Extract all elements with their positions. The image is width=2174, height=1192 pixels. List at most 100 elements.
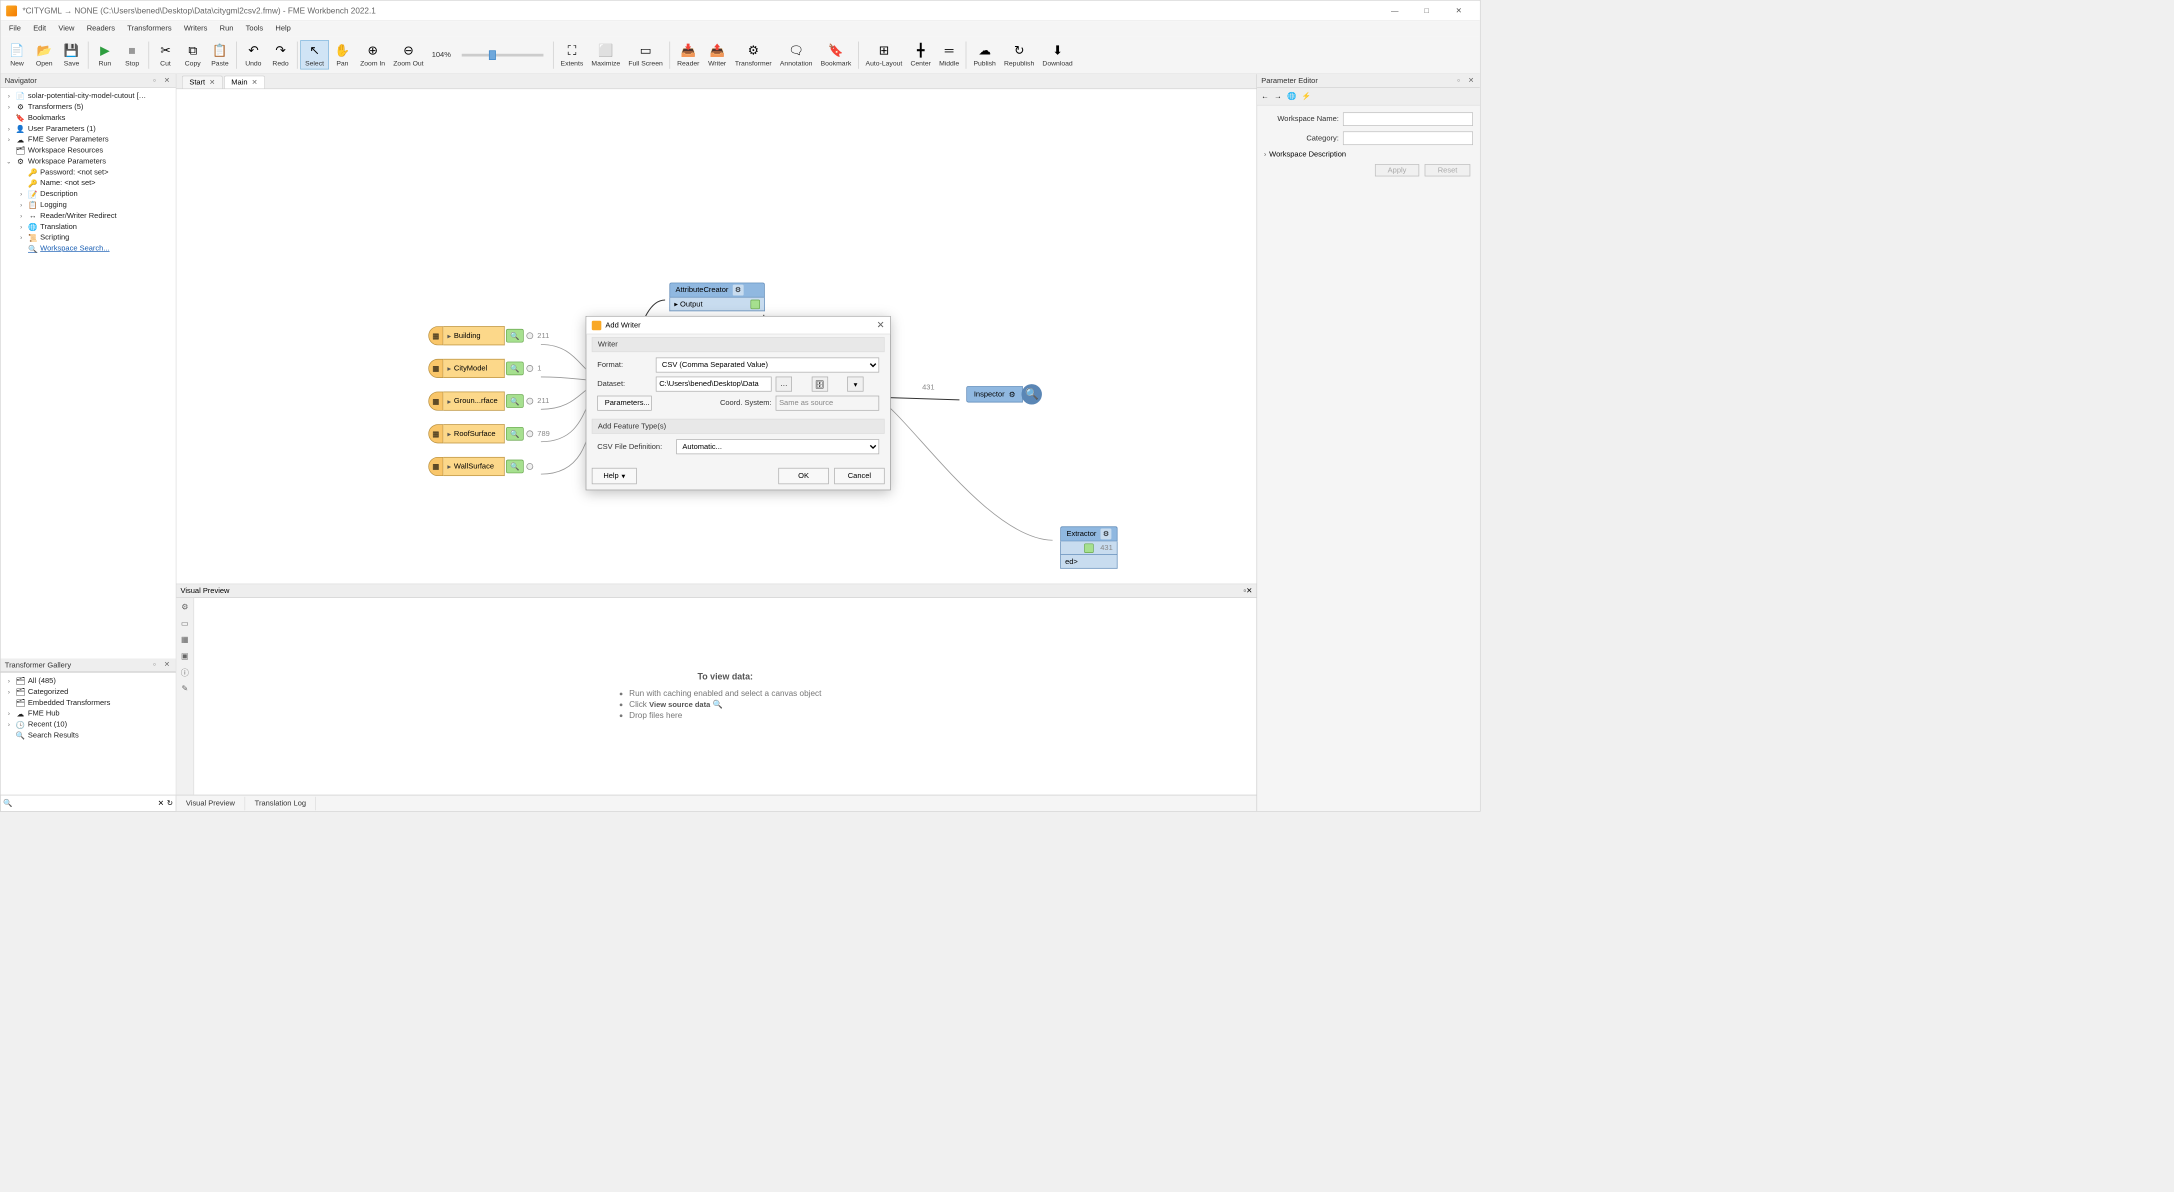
navigator-undock-icon[interactable]: ▫	[150, 76, 160, 86]
toolbar-redo[interactable]: ↷Redo	[267, 41, 294, 69]
gear-icon[interactable]: ⚙	[733, 285, 744, 296]
nav-item[interactable]: ›☁FME Server Parameters	[2, 134, 174, 145]
nav-item[interactable]: 🔍Workspace Search...	[2, 243, 174, 254]
pe-desc-expander-icon[interactable]: ›	[1264, 151, 1267, 159]
pe-close-icon[interactable]: ✕	[1466, 76, 1476, 86]
output-port[interactable]	[526, 332, 533, 339]
reader-cache-icon[interactable]: 🔍	[506, 427, 524, 441]
parameters-button[interactable]: Parameters...	[597, 396, 651, 411]
preview-graphics-icon[interactable]: ▣	[179, 650, 191, 662]
nav-item[interactable]: 🔑Password: <not set>	[2, 167, 174, 178]
preview-refresh-icon[interactable]: ✎	[179, 682, 191, 694]
expand-icon[interactable]: ›	[5, 104, 13, 111]
menu-edit[interactable]: Edit	[28, 23, 52, 34]
toolbar-maximize[interactable]: ⬜Maximize	[587, 41, 624, 69]
menu-file[interactable]: File	[3, 23, 26, 34]
toolbar-transformer[interactable]: ⚙Transformer	[731, 41, 776, 69]
reader-wallsurface[interactable]: ▦▸WallSurface🔍	[428, 457, 537, 476]
reader-groun...rface[interactable]: ▦▸Groun...rface🔍211	[428, 392, 549, 411]
gallery-item[interactable]: ›☁FME Hub	[3, 708, 173, 719]
minimize-button[interactable]: —	[1379, 0, 1410, 20]
toolbar-annotation[interactable]: 🗨Annotation	[776, 41, 817, 69]
output-port[interactable]	[526, 463, 533, 470]
reader-citymodel[interactable]: ▦▸CityModel🔍1	[428, 359, 541, 378]
gallery-search-input[interactable]	[15, 799, 155, 807]
toolbar-bookmark[interactable]: 🔖Bookmark	[817, 41, 856, 69]
toolbar-new[interactable]: 📄New	[3, 41, 30, 69]
expand-icon[interactable]: ›	[17, 191, 25, 198]
inspector-node[interactable]: Inspector⚙🔍	[966, 385, 1042, 404]
menu-writers[interactable]: Writers	[178, 23, 212, 34]
pe-action-icon[interactable]: ⚡	[1302, 92, 1311, 101]
menu-tools[interactable]: Tools	[240, 23, 268, 34]
tab-start[interactable]: Start✕	[182, 76, 223, 89]
category-input[interactable]	[1343, 131, 1473, 145]
workspace-name-input[interactable]	[1343, 112, 1473, 126]
nav-item[interactable]: ›📜Scripting	[2, 232, 174, 243]
menu-run[interactable]: Run	[214, 23, 239, 34]
expand-icon[interactable]: ⌄	[5, 158, 13, 165]
bottom-tab-visual-preview[interactable]: Visual Preview	[176, 796, 245, 810]
search-refresh-icon[interactable]: ↻	[167, 799, 173, 808]
gallery-item[interactable]: ›🗂Categorized	[3, 686, 173, 697]
gallery-item[interactable]: 🗂Embedded Transformers	[3, 697, 173, 708]
format-select[interactable]: CSV (Comma Separated Value)	[656, 358, 879, 373]
tab-main[interactable]: Main✕	[224, 76, 265, 89]
preview-table-icon[interactable]: ▦	[179, 633, 191, 645]
gear-icon[interactable]: ⚙	[1101, 528, 1112, 539]
help-button[interactable]: Help▾	[592, 468, 637, 484]
gallery-tree[interactable]: ›🗂All (485)›🗂Categorized🗂Embedded Transf…	[1, 673, 176, 795]
toolbar-paste[interactable]: 📋Paste	[206, 41, 233, 69]
toolbar-center[interactable]: ╋Center	[906, 41, 935, 69]
expand-icon[interactable]: ›	[17, 212, 25, 219]
expand-icon[interactable]: ›	[17, 234, 25, 241]
toolbar-copy[interactable]: ⧉Copy	[179, 41, 206, 69]
toolbar-writer[interactable]: 📤Writer	[704, 41, 731, 69]
toolbar-publish[interactable]: ☁Publish	[969, 41, 1000, 69]
reader-cache-icon[interactable]: 🔍	[506, 362, 524, 376]
toolbar-stop[interactable]: ■Stop	[118, 41, 145, 69]
gallery-item[interactable]: ›🕓Recent (10)	[3, 719, 173, 730]
toolbar-reader[interactable]: 📥Reader	[673, 41, 704, 69]
toolbar-undo[interactable]: ↶Undo	[240, 41, 267, 69]
apply-button[interactable]: Apply	[1375, 164, 1420, 176]
cache-icon[interactable]	[1084, 543, 1094, 553]
reset-button[interactable]: Reset	[1425, 164, 1470, 176]
expand-icon[interactable]: ›	[5, 125, 13, 132]
nav-item[interactable]: ›🌐Translation	[2, 221, 174, 232]
navigator-tree[interactable]: ›📄solar-potential-city-model-cutout […›⚙…	[1, 88, 176, 659]
nav-item[interactable]: ›⚙Transformers (5)	[2, 101, 174, 112]
toolbar-auto-layout[interactable]: ⊞Auto-Layout	[861, 41, 906, 69]
toolbar-republish[interactable]: ↻Republish	[1000, 41, 1038, 69]
menu-transformers[interactable]: Transformers	[122, 23, 177, 34]
output-port[interactable]	[526, 398, 533, 405]
bottom-tab-translation-log[interactable]: Translation Log	[245, 796, 316, 810]
nav-item[interactable]: 🔖Bookmarks	[2, 112, 174, 123]
toolbar-full-screen[interactable]: ▭Full Screen	[624, 41, 667, 69]
preview-info-icon[interactable]: ⓘ	[179, 666, 191, 678]
dataset-dropdown-icon[interactable]: ▾	[847, 377, 863, 392]
preview-display-icon[interactable]: ▭	[179, 617, 191, 629]
toolbar-zoom-out[interactable]: ⊖Zoom Out	[389, 41, 427, 69]
nav-item[interactable]: ⌄⚙Workspace Parameters	[2, 156, 174, 167]
toolbar-extents[interactable]: ⛶Extents	[556, 41, 587, 69]
attributecreator-node[interactable]: AttributeCreator⚙▸ Output	[669, 283, 764, 312]
pe-forward-icon[interactable]: →	[1274, 92, 1281, 100]
maximize-button[interactable]: □	[1411, 0, 1442, 20]
dataset-browse-button[interactable]: …	[776, 377, 792, 392]
nav-item[interactable]: ›📝Description	[2, 189, 174, 200]
toolbar-save[interactable]: 💾Save	[58, 41, 85, 69]
dialog-close-icon[interactable]: ✕	[877, 319, 885, 331]
gallery-undock-icon[interactable]: ▫	[150, 660, 160, 670]
toolbar-cut[interactable]: ✂Cut	[152, 41, 179, 69]
dataset-input[interactable]	[656, 377, 772, 392]
ok-button[interactable]: OK	[778, 468, 828, 484]
preview-options-icon[interactable]: ⚙	[179, 601, 191, 613]
expand-icon[interactable]: ›	[5, 136, 13, 143]
cache-icon[interactable]	[750, 299, 760, 309]
menu-view[interactable]: View	[53, 23, 80, 34]
tab-close-icon[interactable]: ✕	[252, 79, 258, 86]
pe-back-icon[interactable]: ←	[1261, 92, 1268, 100]
nav-item[interactable]: ›📋Logging	[2, 200, 174, 211]
output-port[interactable]	[526, 430, 533, 437]
